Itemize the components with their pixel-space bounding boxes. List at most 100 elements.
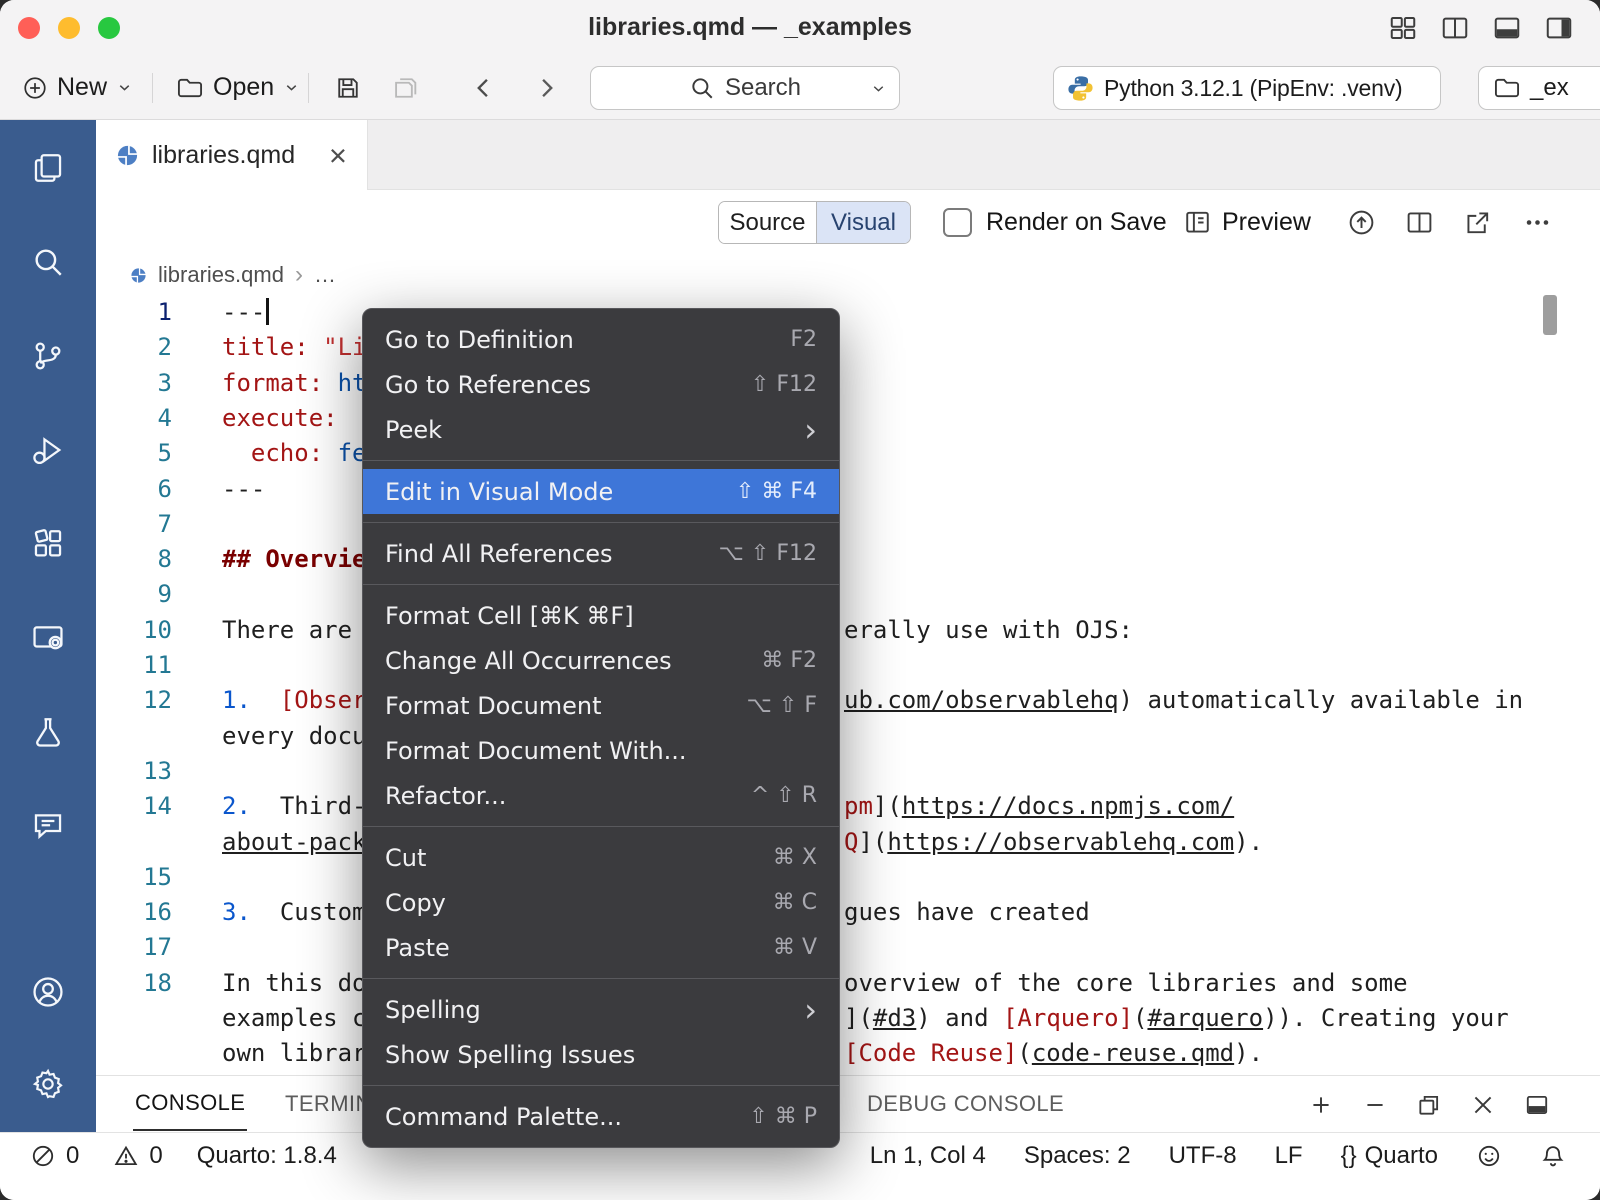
preview-icon[interactable]: [1183, 208, 1212, 237]
scrollbar-thumb[interactable]: [1543, 295, 1557, 335]
title-bar: libraries.qmd — _examples: [0, 0, 1600, 56]
warnings-icon[interactable]: [113, 1143, 139, 1169]
menu-shortcut: ⇧ F12: [751, 372, 817, 397]
menu-item-copy[interactable]: Copy⌘ C: [363, 880, 839, 925]
save-button[interactable]: [334, 56, 362, 119]
account-icon[interactable]: [0, 975, 96, 1009]
menu-item-find-all-references[interactable]: Find All References⌥ ⇧ F12: [363, 531, 839, 576]
code-editor[interactable]: 123456789101112131415161718 ---title: "L…: [96, 295, 1600, 1075]
indentation[interactable]: Spaces: 2: [1024, 1142, 1131, 1170]
menu-item-format-cell-k-f[interactable]: Format Cell [⌘K ⌘F]: [363, 593, 839, 638]
extensions-icon[interactable]: [0, 527, 96, 561]
code-line: every docu: [222, 719, 367, 754]
menu-item-spelling[interactable]: Spelling›: [363, 987, 839, 1032]
editor-toolbar: Source Visual Render on Save Preview: [96, 190, 1600, 255]
render-on-save-checkbox[interactable]: [943, 208, 972, 237]
layout-grid-icon[interactable]: [1388, 13, 1418, 43]
panel-minimize-icon[interactable]: [1362, 1092, 1388, 1118]
quarto-version[interactable]: Quarto: 1.8.4: [197, 1142, 337, 1170]
activity-bar-top: [0, 151, 96, 843]
new-button[interactable]: New: [22, 56, 133, 119]
search-input[interactable]: Search: [590, 66, 900, 110]
panel-right-icon[interactable]: [1544, 13, 1574, 43]
line-number: 1: [96, 295, 172, 330]
warning-count[interactable]: 0: [149, 1142, 162, 1170]
panel-restore-icon[interactable]: [1416, 1092, 1442, 1118]
chevron-down-icon[interactable]: [870, 80, 887, 97]
open-button[interactable]: Open: [176, 56, 300, 119]
folder-icon: [1493, 74, 1521, 102]
chevron-left-icon: [470, 74, 498, 102]
encoding[interactable]: UTF-8: [1169, 1142, 1237, 1170]
line-number: 5: [96, 436, 172, 471]
search-icon[interactable]: [0, 245, 96, 279]
testing-icon[interactable]: [0, 715, 96, 749]
menu-item-label: Find All References: [385, 540, 613, 568]
cursor-position[interactable]: Ln 1, Col 4: [870, 1142, 986, 1170]
menu-item-show-spelling-issues[interactable]: Show Spelling Issues: [363, 1032, 839, 1077]
visual-mode-button[interactable]: Visual: [816, 202, 910, 243]
menu-item-format-document[interactable]: Format Document⌥ ⇧ F: [363, 683, 839, 728]
menu-item-command-palette[interactable]: Command Palette...⇧ ⌘ P: [363, 1094, 839, 1139]
breadcrumb-more[interactable]: …: [314, 262, 336, 288]
menu-item-go-to-definition[interactable]: Go to DefinitionF2: [363, 317, 839, 362]
eol-sequence[interactable]: LF: [1275, 1142, 1303, 1170]
split-editor-icon[interactable]: [1405, 208, 1434, 237]
chat-icon[interactable]: [0, 809, 96, 843]
language-mode-label: Quarto: [1365, 1142, 1438, 1170]
panel-close-icon[interactable]: [1470, 1092, 1496, 1118]
split-columns-icon[interactable]: [1440, 13, 1470, 43]
menu-item-cut[interactable]: Cut⌘ X: [363, 835, 839, 880]
menu-shortcut: F2: [790, 327, 817, 352]
navigate-forward-button[interactable]: [532, 56, 560, 119]
activity-bar-bottom: [0, 975, 96, 1101]
menu-item-label: Format Document With...: [385, 737, 687, 765]
panel-tab-debug-console[interactable]: DEBUG CONSOLE: [865, 1076, 1066, 1131]
code-line: execute:: [222, 401, 338, 436]
code-line: overview of the core libraries and some: [844, 966, 1408, 1001]
menu-item-go-to-references[interactable]: Go to References ⇧ F12: [363, 362, 839, 407]
error-count[interactable]: 0: [66, 1142, 79, 1170]
text-cursor: [266, 298, 269, 325]
menu-item-label: Show Spelling Issues: [385, 1041, 635, 1069]
tab-libraries-qmd[interactable]: libraries.qmd ×: [96, 120, 368, 190]
more-actions-icon[interactable]: [1523, 208, 1552, 237]
close-tab-icon[interactable]: ×: [329, 140, 347, 171]
code-line: examples c: [222, 1001, 367, 1036]
settings-icon[interactable]: [0, 1067, 96, 1101]
open-external-icon[interactable]: [1463, 208, 1492, 237]
feedback-smiley-icon[interactable]: [1476, 1143, 1502, 1169]
interpreter-selector[interactable]: Python 3.12.1 (PipEnv: .venv): [1053, 66, 1441, 110]
source-mode-button[interactable]: Source: [719, 202, 816, 243]
menu-item-refactor[interactable]: Refactor...^ ⇧ R: [363, 773, 839, 818]
panel-plus-icon[interactable]: [1308, 1092, 1334, 1118]
panel-bottom-icon[interactable]: [1492, 13, 1522, 43]
notifications-bell-icon[interactable]: [1540, 1143, 1566, 1169]
minimize-window-button[interactable]: [58, 17, 80, 39]
menu-item-change-all-occurrences[interactable]: Change All Occurrences⌘ F2: [363, 638, 839, 683]
sessions-icon[interactable]: [0, 621, 96, 655]
zoom-window-button[interactable]: [98, 17, 120, 39]
window-title: libraries.qmd — _examples: [200, 13, 1300, 42]
workspace-button[interactable]: _ex: [1478, 66, 1600, 110]
language-mode[interactable]: {} Quarto: [1341, 1142, 1438, 1170]
menu-item-paste[interactable]: Paste⌘ V: [363, 925, 839, 970]
breadcrumb-file[interactable]: libraries.qmd: [158, 262, 284, 288]
navigate-back-button[interactable]: [470, 56, 498, 119]
run-debug-icon[interactable]: [0, 433, 96, 467]
explorer-icon[interactable]: [0, 151, 96, 185]
menu-item-label: Go to References: [385, 371, 591, 399]
panel-tab-console[interactable]: CONSOLE: [133, 1076, 247, 1131]
preview-label[interactable]: Preview: [1222, 190, 1311, 255]
braces-icon: {}: [1341, 1142, 1357, 1170]
menu-item-edit-in-visual-mode[interactable]: Edit in Visual Mode⇧ ⌘ F4: [363, 469, 839, 514]
publish-icon[interactable]: [1347, 208, 1376, 237]
source-control-icon[interactable]: [0, 339, 96, 373]
search-placeholder: Search: [725, 74, 801, 102]
menu-item-peek[interactable]: Peek›: [363, 407, 839, 452]
menu-item-format-document-with[interactable]: Format Document With...: [363, 728, 839, 773]
errors-icon[interactable]: [30, 1143, 56, 1169]
save-all-button[interactable]: [392, 56, 420, 119]
close-window-button[interactable]: [18, 17, 40, 39]
panel-layout-icon[interactable]: [1524, 1092, 1550, 1118]
